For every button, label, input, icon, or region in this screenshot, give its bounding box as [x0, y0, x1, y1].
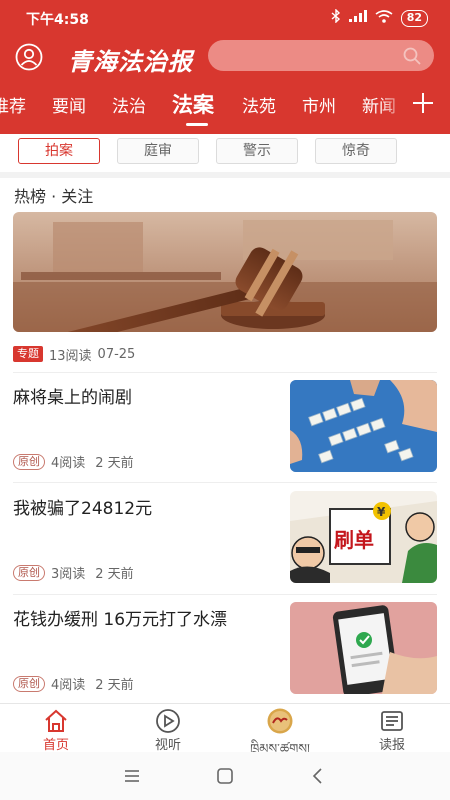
app-logo: 青海法治报 — [68, 47, 193, 76]
bottom-navigation: 首页 视听 ཁྲིམས་ཚགས། 读报 — [0, 703, 450, 757]
nav-home-label: 首页 — [42, 738, 69, 753]
recent-apps-icon[interactable] — [120, 764, 144, 788]
nav-video-label: 视听 — [154, 738, 181, 753]
read-count: 4阅读 — [51, 456, 86, 471]
article-item[interactable]: 麻将桌上的闹剧 原创 4阅读 2 天前 — [0, 380, 450, 490]
original-badge: 原创 — [13, 564, 45, 581]
search-bar[interactable] — [208, 40, 434, 71]
system-navigation-bar — [0, 752, 450, 800]
article-title[interactable]: 麻将桌上的闹剧 — [13, 386, 273, 410]
fraud-cartoon-thumbnail[interactable]: 刷单 ¥ — [290, 491, 437, 583]
hot-section-title: 热榜 · 关注 — [14, 187, 94, 206]
app-header: 下午4:58 82 青海法治报 推荐 要闻 法治 法案 法苑 市州 新闻 — [0, 0, 450, 134]
active-channel-indicator — [186, 123, 208, 126]
hero-image-gavel[interactable] — [13, 212, 437, 332]
divider — [13, 482, 437, 483]
subtab-trial[interactable]: 庭审 — [117, 138, 199, 164]
user-profile-icon[interactable] — [14, 42, 44, 72]
subtab-warning[interactable]: 警示 — [216, 138, 298, 164]
subtab-surprise[interactable]: 惊奇 — [315, 138, 397, 164]
article-title[interactable]: 我被骗了24812元 — [13, 497, 273, 521]
original-badge: 原创 — [13, 453, 45, 470]
hero-read-count: 13阅读 — [49, 348, 92, 364]
mahjong-thumbnail[interactable] — [290, 380, 437, 472]
read-count: 3阅读 — [51, 567, 86, 582]
section-divider — [0, 172, 450, 178]
channel-tab-news[interactable]: 要闻 — [52, 92, 86, 117]
divider — [13, 372, 437, 373]
play-icon — [155, 708, 181, 734]
nav-video[interactable]: 视听 — [128, 706, 208, 753]
status-bar: 下午4:58 82 — [0, 0, 450, 36]
channel-tab-garden[interactable]: 法苑 — [242, 92, 276, 117]
nav-newspaper[interactable]: 读报 — [352, 706, 432, 753]
bluetooth-icon — [331, 8, 341, 27]
search-icon[interactable] — [402, 46, 422, 66]
publish-time: 2 天前 — [95, 678, 134, 693]
signal-icon — [348, 10, 367, 26]
nav-newspaper-label: 读报 — [378, 738, 405, 753]
read-count: 4阅读 — [51, 678, 86, 693]
channel-tab-recommend[interactable]: 推荐 — [0, 92, 26, 117]
home-icon — [43, 708, 69, 734]
channel-fade — [380, 82, 408, 134]
original-badge: 原创 — [13, 675, 45, 692]
article-item[interactable]: 我被骗了24812元 原创 3阅读 2 天前 刷单 ¥ — [0, 491, 450, 601]
hero-date: 07-25 — [97, 346, 136, 362]
wifi-icon — [375, 9, 393, 27]
channel-tab-cities[interactable]: 市州 — [302, 92, 336, 117]
newspaper-icon — [379, 708, 405, 734]
nav-tibetan[interactable]: ཁྲིམས་ཚགས། — [240, 706, 320, 757]
divider — [13, 594, 437, 595]
svg-text:¥: ¥ — [377, 505, 386, 519]
top-bar: 青海法治报 — [0, 36, 450, 82]
phone-payment-thumbnail[interactable] — [290, 602, 437, 694]
article-title[interactable]: 花钱办缓刑 16万元打了水漂 — [13, 608, 273, 632]
publish-time: 2 天前 — [95, 567, 134, 582]
subtab-paian[interactable]: 拍案 — [18, 138, 100, 164]
article-meta: 原创 3阅读 2 天前 — [13, 563, 134, 582]
add-channel-icon[interactable] — [408, 88, 438, 118]
article-meta: 原创 4阅读 2 天前 — [13, 674, 134, 693]
fraud-sign-text: 刷单 — [334, 528, 374, 552]
back-icon[interactable] — [306, 764, 330, 788]
search-input[interactable] — [220, 40, 400, 71]
status-time: 下午4:58 — [26, 12, 89, 28]
channel-tabs: 推荐 要闻 法治 法案 法苑 市州 新闻 — [0, 82, 450, 134]
nav-home[interactable]: 首页 — [16, 706, 96, 753]
channel-tab-legal[interactable]: 法治 — [112, 92, 146, 117]
topic-badge: 专题 — [13, 346, 43, 362]
tibetan-logo-icon — [267, 708, 293, 734]
home-button-icon[interactable] — [213, 764, 237, 788]
article-item[interactable]: 花钱办缓刑 16万元打了水漂 原创 4阅读 2 天前 — [0, 602, 450, 712]
channel-tab-cases[interactable]: 法案 — [172, 89, 214, 119]
battery-indicator: 82 — [400, 9, 428, 27]
publish-time: 2 天前 — [95, 456, 134, 471]
article-meta: 原创 4阅读 2 天前 — [13, 452, 134, 471]
status-icons: 82 — [331, 8, 428, 27]
sub-tabs: 拍案 庭审 警示 惊奇 — [0, 134, 450, 174]
hero-meta: 专题 13阅读 07-25 — [13, 345, 136, 364]
